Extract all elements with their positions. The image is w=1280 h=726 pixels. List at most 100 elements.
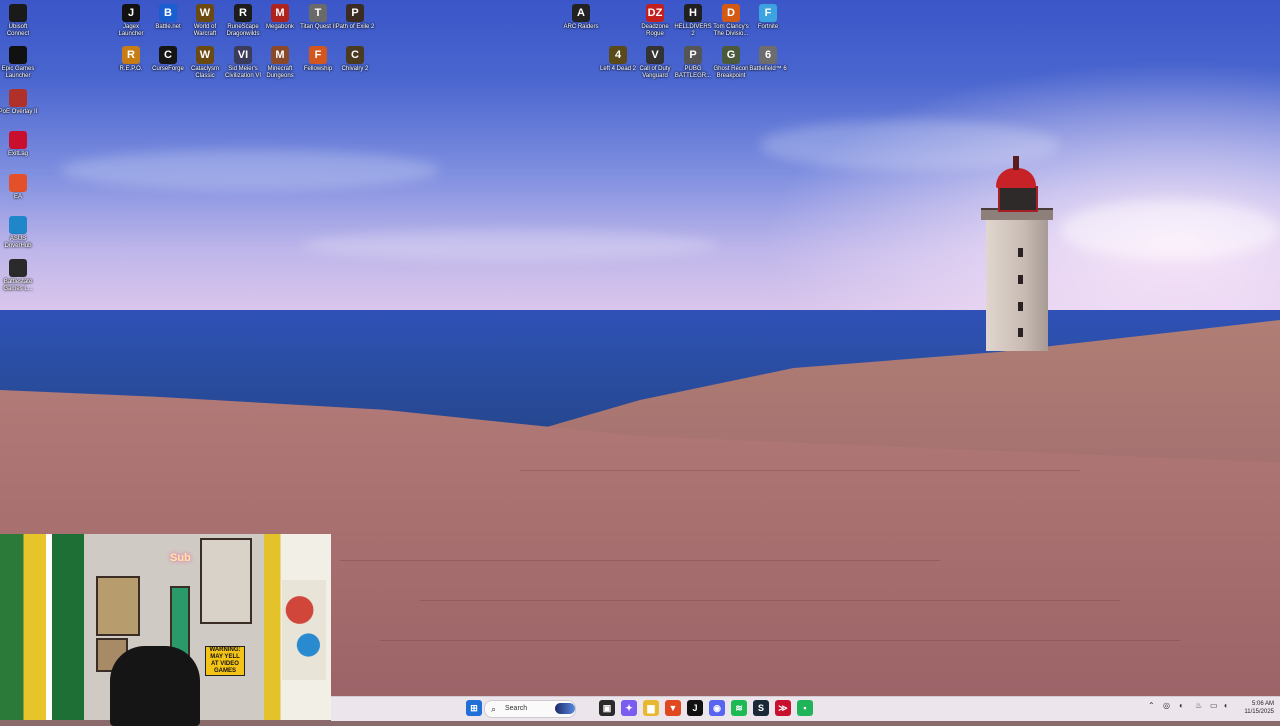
desktop-shortcut-label: Chivalry 2 (341, 66, 369, 72)
spotify-button[interactable]: ≋ (731, 700, 747, 716)
desktop-shortcut[interactable]: Epic Games Launcher (0, 46, 39, 80)
desktop-shortcut-label: Ghost Recon Breakpoint (713, 66, 749, 79)
poster-frame (96, 576, 140, 636)
desktop-shortcut[interactable]: W Cataclysm Classic (184, 46, 226, 80)
desktop-shortcut-label: PUBG BATTLEGR... (674, 66, 712, 79)
desktop-shortcut[interactable]: G Ghost Recon Breakpoint (710, 46, 752, 80)
spotify-icon: ≋ (735, 703, 743, 713)
cataclysm-icon: W (196, 46, 214, 64)
desktop-shortcut[interactable]: D Tom Clancy's The Divisio... (710, 4, 752, 38)
ea-icon (9, 174, 27, 192)
desktop-shortcut[interactable]: C Chivalry 2 (334, 46, 376, 73)
desktop-shortcut-label: Minecraft Dungeons (266, 66, 294, 79)
sand-ripple (420, 600, 1120, 601)
desktop-shortcut[interactable]: H HELLDIVERS 2 (672, 4, 714, 38)
desktop-shortcut[interactable]: T Titan Quest II (297, 4, 339, 31)
desktop-shortcut[interactable]: Battlestate Games L... (0, 259, 39, 293)
desktop-shortcut-label: Ubisoft Connect (6, 24, 30, 37)
start-button[interactable]: ⊞ (466, 700, 482, 716)
battlenet-icon: B (159, 4, 177, 22)
lighthouse-window (1018, 248, 1023, 257)
desktop-shortcut[interactable]: P Path of Exile 2 (334, 4, 376, 31)
taskbar-clock[interactable]: 5:06 AM 11/15/2025 (1238, 700, 1274, 716)
helldivers-icon: H (684, 4, 702, 22)
sand-ripple (520, 470, 1080, 471)
desktop-shortcut-label: Titan Quest II (300, 24, 336, 30)
desktop-shortcut[interactable]: F Fellowship (297, 46, 339, 73)
desktop-shortcut[interactable]: B Battle.net (147, 4, 189, 31)
desktop-shortcut-label: Deadzone Rogue (641, 24, 669, 37)
desktop-shortcut[interactable]: Ubisoft Connect (0, 4, 39, 38)
desktop-shortcut[interactable]: R R.E.P.O. (110, 46, 152, 73)
chivalry-icon: C (346, 46, 364, 64)
desktop-shortcut[interactable]: ASUS DriverHub (0, 216, 39, 250)
task-view-button[interactable]: ▣ (599, 700, 615, 716)
ghostrecon-icon: G (722, 46, 740, 64)
desktop-shortcut[interactable]: A ARC Raiders (560, 4, 602, 31)
tray-chevron-icon[interactable]: ⌃ (1148, 701, 1155, 710)
lighthouse-tower (986, 215, 1048, 351)
tray-app-icon[interactable]: ◐ (1179, 701, 1184, 710)
clock-time: 5:06 AM (1251, 701, 1274, 707)
copilot-button[interactable]: ✦ (621, 700, 637, 716)
lighthouse-window (1018, 328, 1023, 337)
civ6-icon: VI (234, 46, 252, 64)
desktop-shortcut[interactable]: M Minecraft Dungeons (259, 46, 301, 80)
discord-button[interactable]: ◉ (709, 700, 725, 716)
desktop-shortcut-label: Fortnite (757, 24, 779, 30)
flag-left (0, 534, 84, 720)
desktop-shortcut-label: PoE Overlay II (0, 109, 38, 115)
megabonk-icon: M (271, 4, 289, 22)
lighthouse-window (1018, 275, 1023, 284)
lighthouse-spire (1013, 156, 1019, 170)
mic-icon[interactable]: ▭ (1210, 701, 1218, 710)
warning-sign: WARNING: MAY YELL AT VIDEO GAMES (205, 646, 245, 676)
volume-icon[interactable]: ◖ (1223, 701, 1228, 710)
clock-date: 11/15/2025 (1244, 709, 1274, 715)
desktop-shortcut[interactable]: 6 Battlefield™ 6 (747, 46, 789, 73)
wallpaper-cloud (1060, 200, 1280, 260)
lighthouse-window (1018, 302, 1023, 311)
app-red-button[interactable]: ≫ (775, 700, 791, 716)
desktop-shortcut-label: Sid Meier's Civilization VI (224, 66, 261, 79)
curseforge-icon: C (159, 46, 177, 64)
desktop-shortcut[interactable]: P PUBG BATTLEGR... (672, 46, 714, 80)
desktop-shortcut-label: Fellowship (303, 66, 333, 72)
desktop-shortcut[interactable]: VI Sid Meier's Civilization VI (222, 46, 264, 80)
desktop-shortcut-label: World of Warcraft (193, 24, 217, 37)
gaming-chair (110, 646, 200, 726)
search-placeholder: Search (505, 705, 528, 712)
folder-icon: ▆ (647, 703, 655, 713)
desktop-shortcut[interactable]: ExitLag (0, 131, 39, 158)
desktop-shortcut-label: Battlestate Games L... (3, 279, 33, 292)
floral-art (282, 580, 326, 680)
tray-app-icon[interactable]: ♨ (1195, 701, 1202, 710)
taskbar-search-box[interactable]: ⌕ Search (484, 700, 576, 718)
desktop-shortcut[interactable]: 4 Left 4 Dead 2 (597, 46, 639, 73)
sand-ripple (380, 640, 1180, 641)
desktop-shortcut[interactable]: R RuneScape Dragonwilds (222, 4, 264, 38)
desktop-shortcut[interactable]: M Megabonk (259, 4, 301, 31)
file-explorer-button[interactable]: ▆ (643, 700, 659, 716)
copilot-icon: ✦ (625, 703, 633, 713)
steam-button[interactable]: S (753, 700, 769, 716)
division-icon: D (722, 4, 740, 22)
desktop-shortcut[interactable]: PoE Overlay II (0, 89, 39, 116)
desktop-shortcut[interactable]: C CurseForge (147, 46, 189, 73)
desktop-shortcut[interactable]: EA (0, 174, 39, 201)
jagex-button[interactable]: J (687, 700, 703, 716)
titanquest-icon: T (309, 4, 327, 22)
desktop-shortcut[interactable]: J Jagex Launcher (110, 4, 152, 38)
desktop-shortcut[interactable]: W World of Warcraft (184, 4, 226, 38)
app-green-button[interactable]: ▪ (797, 700, 813, 716)
jagex-icon: J (122, 4, 140, 22)
tray-app-icon[interactable]: ◎ (1163, 701, 1170, 710)
desktop-shortcut-label: Cataclysm Classic (190, 66, 219, 79)
jagex-icon: J (692, 703, 698, 713)
desktop-shortcut[interactable]: F Fortnite (747, 4, 789, 31)
brave-button[interactable]: ▼ (665, 700, 681, 716)
desktop-shortcut-label: Battlefield™ 6 (749, 66, 787, 72)
desktop-shortcut[interactable]: V Call of Duty Vanguard (634, 46, 676, 80)
desktop-shortcut[interactable]: DZ Deadzone Rogue (634, 4, 676, 38)
desktop-shortcut-label: Left 4 Dead 2 (599, 66, 637, 72)
